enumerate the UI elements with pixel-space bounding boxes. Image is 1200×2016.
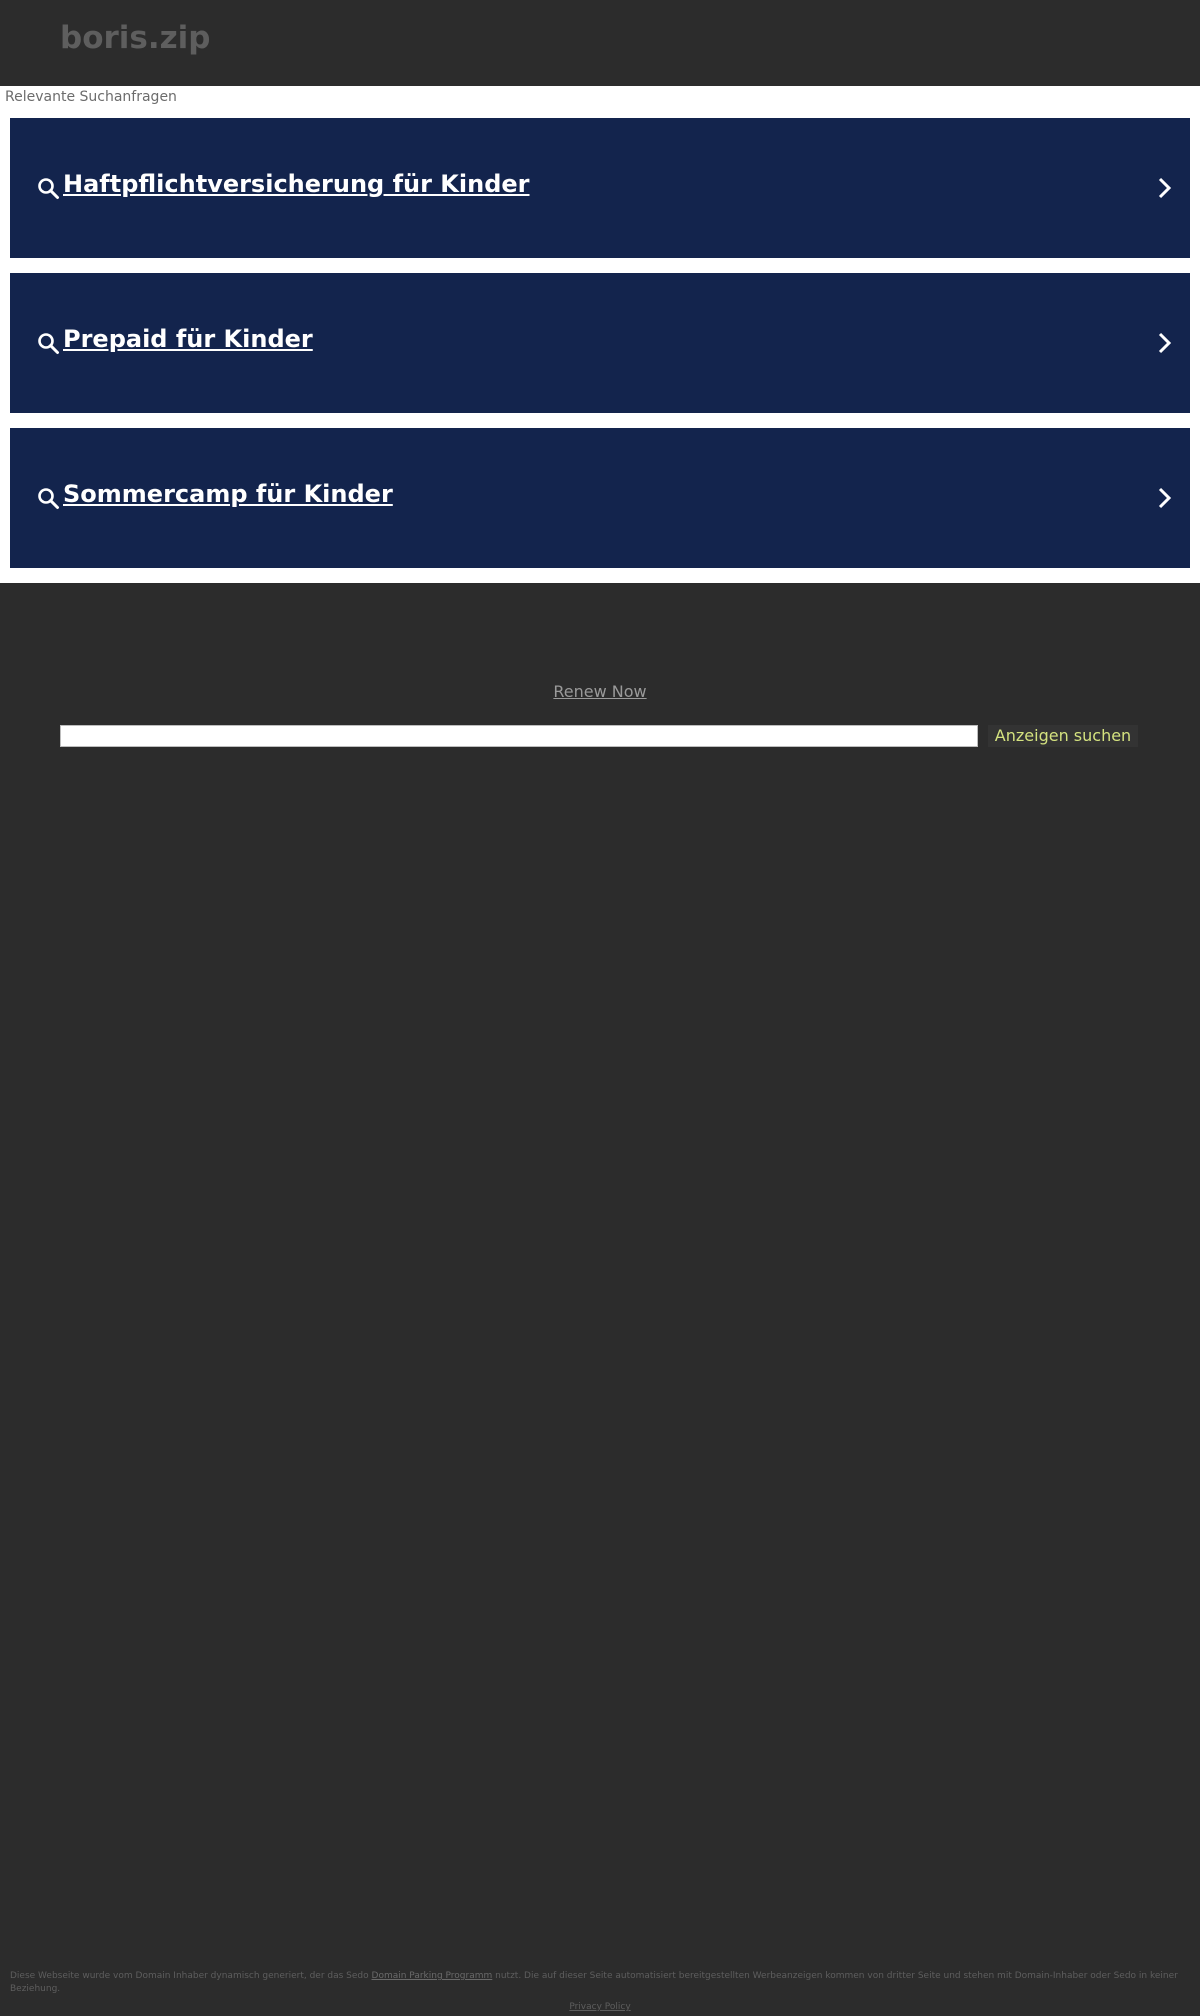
chevron-right-icon	[1158, 332, 1172, 354]
privacy-policy-link[interactable]: Privacy Policy	[0, 2002, 1200, 2012]
ad-link-2[interactable]: Prepaid für Kinder	[10, 273, 1190, 413]
search-input[interactable]	[60, 725, 978, 747]
chevron-right-icon	[1158, 487, 1172, 509]
search-button[interactable]: Anzeigen suchen	[988, 725, 1138, 747]
ad-link-3[interactable]: Sommercamp für Kinder	[10, 428, 1190, 568]
header: boris.zip	[0, 0, 1200, 86]
ad-title: Sommercamp für Kinder	[63, 480, 393, 508]
parked-domain-page: boris.zip Relevante Suchanfragen Haftpfl…	[0, 0, 1200, 2016]
disclaimer-text: Diese Webseite wurde vom Domain Inhaber …	[10, 1970, 1190, 1996]
ad-link-1[interactable]: Haftpflichtversicherung für Kinder	[10, 118, 1190, 258]
footer: Diese Webseite wurde vom Domain Inhaber …	[0, 1970, 1200, 2016]
search-icon	[38, 333, 59, 354]
site-name: boris.zip	[60, 20, 211, 56]
chevron-right-icon	[1158, 177, 1172, 199]
related-searches-heading: Relevante Suchanfragen	[5, 89, 177, 105]
ad-title: Haftpflichtversicherung für Kinder	[63, 170, 530, 198]
ad-title: Prepaid für Kinder	[63, 325, 313, 353]
search-form: Anzeigen suchen	[60, 725, 1140, 747]
disclaimer-text-start: Diese Webseite wurde vom Domain Inhaber …	[10, 1971, 372, 1981]
main-dark-area: Renew Now Anzeigen suchen	[0, 583, 1200, 2016]
search-icon	[38, 488, 59, 509]
related-searches: Relevante Suchanfragen Haftpflichtversic…	[0, 86, 1200, 583]
search-icon	[38, 178, 59, 199]
renew-now-link[interactable]: Renew Now	[0, 682, 1200, 701]
domain-parking-link[interactable]: Domain Parking Programm	[372, 1971, 493, 1981]
